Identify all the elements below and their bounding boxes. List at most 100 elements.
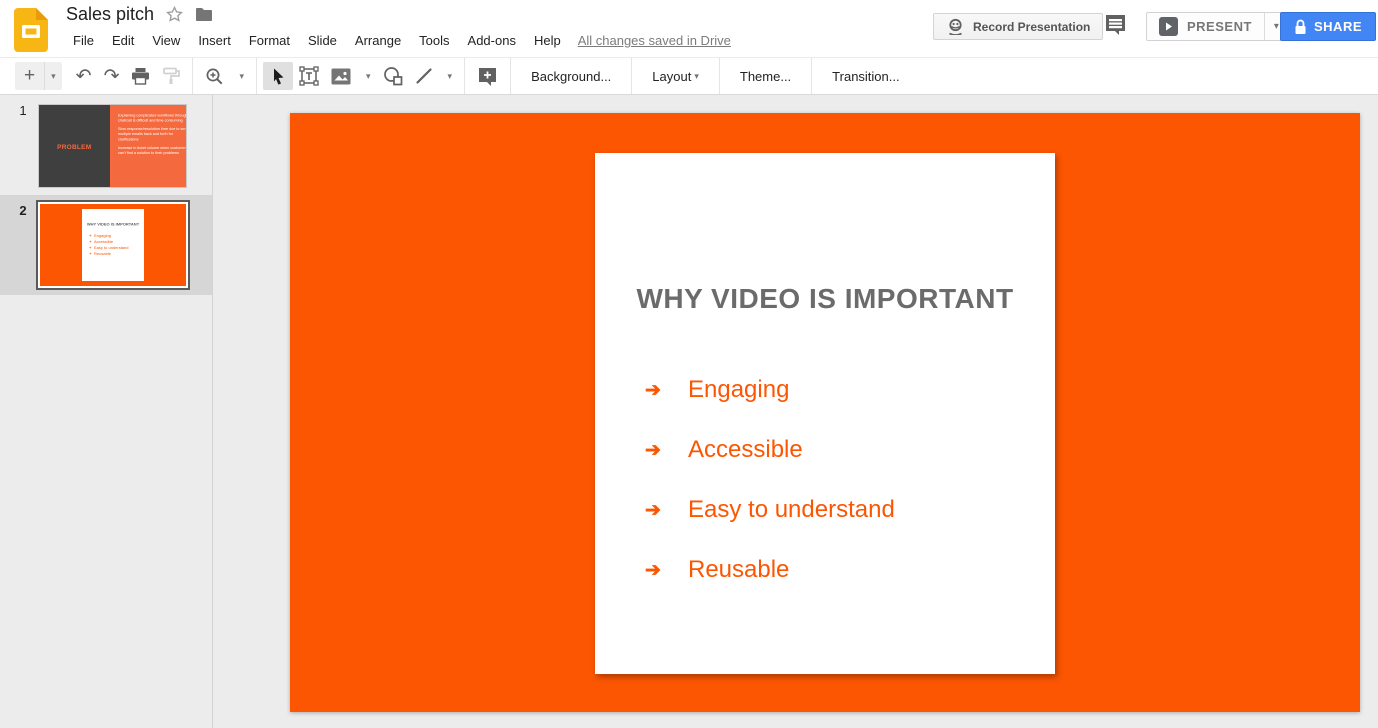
chevron-down-icon: ▾	[239, 71, 244, 82]
document-title-row: Sales pitch	[66, 4, 213, 25]
slide-bullet-item[interactable]: ➔ Easy to understand	[645, 480, 895, 540]
slide-1-thumb-dark-panel: PROBLEM	[39, 105, 110, 187]
shape-button[interactable]	[377, 62, 409, 90]
slide-bullet-list: ➔ Engaging ➔ Accessible ➔ Easy to unders…	[645, 360, 895, 600]
arrow-bullet-icon: ➔	[645, 499, 669, 522]
toolbar: + ▾ ↶ ↷ ▾	[0, 57, 1378, 95]
chevron-down-icon: ▾	[366, 71, 371, 82]
menu-addons[interactable]: Add-ons	[459, 31, 525, 50]
slide-2-thumb-card: WHY VIDEO IS IMPORTANT ➔Engaging ➔Access…	[82, 209, 144, 281]
zoom-button[interactable]	[199, 62, 230, 90]
record-presentation-button[interactable]: Record Presentation	[933, 13, 1103, 40]
theme-button[interactable]: Theme...	[726, 58, 805, 94]
layout-label: Layout	[652, 69, 691, 84]
chevron-down-icon: ▾	[1274, 21, 1279, 32]
webcam-icon	[946, 18, 965, 35]
chevron-down-icon: ▾	[694, 71, 699, 82]
share-label: SHARE	[1314, 19, 1362, 34]
line-dropdown[interactable]: ▾	[439, 62, 459, 90]
zoom-dropdown[interactable]: ▾	[230, 62, 250, 90]
move-folder-icon[interactable]	[195, 7, 213, 22]
menu-view[interactable]: View	[143, 31, 189, 50]
slide-1-number: 1	[16, 103, 30, 118]
new-slide-button[interactable]: + ▾	[15, 62, 62, 90]
slide-2-number: 2	[16, 203, 30, 218]
current-slide[interactable]: WHY VIDEO IS IMPORTANT ➔ Engaging ➔ Acce…	[290, 113, 1360, 712]
arrow-bullet-icon: ➔	[645, 439, 669, 462]
star-icon[interactable]	[166, 6, 183, 23]
slide-1-thumbnail[interactable]: PROBLEM Explaining complicated workflows…	[38, 104, 187, 188]
slide-2-thumb-bullet: Easy to understand	[94, 245, 128, 250]
share-button[interactable]: SHARE	[1280, 12, 1376, 41]
paint-format-button[interactable]	[156, 62, 186, 90]
menu-tools[interactable]: Tools	[410, 31, 458, 50]
slide-1-thumb-orange-panel: Explaining complicated workflows through…	[110, 105, 186, 187]
chevron-down-icon: ▾	[448, 71, 453, 82]
slides-logo-icon[interactable]	[14, 8, 48, 52]
menu-arrange[interactable]: Arrange	[346, 31, 410, 50]
slide-1-thumb-paragraph: Slow response/resolution time due to sen…	[118, 127, 186, 142]
new-slide-dropdown[interactable]: ▾	[44, 62, 62, 90]
add-comment-icon	[477, 66, 498, 87]
insert-image-button[interactable]	[325, 62, 357, 90]
present-label: PRESENT	[1187, 19, 1252, 34]
record-presentation-label: Record Presentation	[973, 20, 1090, 34]
slide-bullet-item[interactable]: ➔ Reusable	[645, 540, 895, 600]
arrow-bullet-icon: ➔	[645, 559, 669, 582]
paint-roller-icon	[162, 67, 180, 85]
slide-2-thumb-bullet: Accessible	[94, 239, 113, 244]
bullet-text[interactable]: Accessible	[688, 436, 803, 464]
select-tool-button[interactable]	[263, 62, 293, 90]
slide-2-thumb-bullet: Reusable	[94, 251, 111, 256]
text-box-button[interactable]	[293, 62, 325, 90]
menu-format[interactable]: Format	[240, 31, 299, 50]
shape-icon	[383, 66, 403, 86]
insert-comment-button[interactable]	[471, 62, 504, 90]
workspace: 1 PROBLEM Explaining complicated workflo…	[0, 95, 1378, 728]
menu-file[interactable]: File	[64, 31, 103, 50]
slide-1-thumb-title: PROBLEM	[57, 142, 91, 150]
layout-button[interactable]: Layout ▾	[638, 58, 713, 94]
slide-text-card[interactable]: WHY VIDEO IS IMPORTANT ➔ Engaging ➔ Acce…	[595, 153, 1055, 674]
menu-help[interactable]: Help	[525, 31, 570, 50]
document-title[interactable]: Sales pitch	[66, 4, 154, 25]
play-icon	[1159, 17, 1178, 36]
slide-1-thumb-paragraph: Explaining complicated workflows through…	[118, 113, 186, 123]
line-icon	[415, 67, 433, 85]
slide-bullet-item[interactable]: ➔ Accessible	[645, 420, 895, 480]
image-icon	[331, 68, 351, 85]
slide-1-thumb-paragraph: Increase in ticket volume when customers…	[118, 145, 186, 155]
print-button[interactable]	[125, 62, 156, 90]
menu-edit[interactable]: Edit	[103, 31, 143, 50]
saved-status[interactable]: All changes saved in Drive	[578, 33, 731, 48]
present-button-group: PRESENT ▾	[1146, 12, 1289, 41]
menu-insert[interactable]: Insert	[189, 31, 240, 50]
text-box-icon	[299, 66, 319, 86]
transition-button[interactable]: Transition...	[818, 58, 913, 94]
bullet-text[interactable]: Easy to understand	[688, 496, 895, 524]
slide-2-thumb-bullet: Engaging	[94, 233, 111, 238]
slide-bullet-item[interactable]: ➔ Engaging	[645, 360, 895, 420]
slide-2-thumbnail[interactable]: WHY VIDEO IS IMPORTANT ➔Engaging ➔Access…	[36, 200, 190, 290]
image-dropdown[interactable]: ▾	[357, 62, 377, 90]
bullet-text[interactable]: Reusable	[688, 556, 789, 584]
zoom-in-icon	[205, 67, 224, 86]
bullet-text[interactable]: Engaging	[688, 376, 789, 404]
arrow-bullet-icon: ➔	[89, 234, 92, 238]
slide-title[interactable]: WHY VIDEO IS IMPORTANT	[595, 283, 1055, 315]
comments-button[interactable]	[1104, 13, 1130, 39]
slide-canvas[interactable]: WHY VIDEO IS IMPORTANT ➔ Engaging ➔ Acce…	[214, 95, 1378, 728]
undo-button[interactable]: ↶	[70, 62, 98, 90]
present-button[interactable]: PRESENT	[1147, 13, 1264, 40]
redo-button[interactable]: ↷	[98, 62, 126, 90]
app-header: Sales pitch File Edit View Insert Format…	[0, 0, 1378, 57]
menu-bar: File Edit View Insert Format Slide Arran…	[64, 31, 731, 50]
filmstrip-row-1: 1 PROBLEM Explaining complicated workflo…	[0, 95, 212, 195]
menu-slide[interactable]: Slide	[299, 31, 346, 50]
cursor-icon	[269, 67, 287, 86]
background-button[interactable]: Background...	[517, 58, 625, 94]
line-tool-button[interactable]	[409, 62, 439, 90]
lock-icon	[1294, 19, 1307, 35]
slide-filmstrip: 1 PROBLEM Explaining complicated workflo…	[0, 95, 213, 728]
printer-icon	[131, 67, 150, 85]
